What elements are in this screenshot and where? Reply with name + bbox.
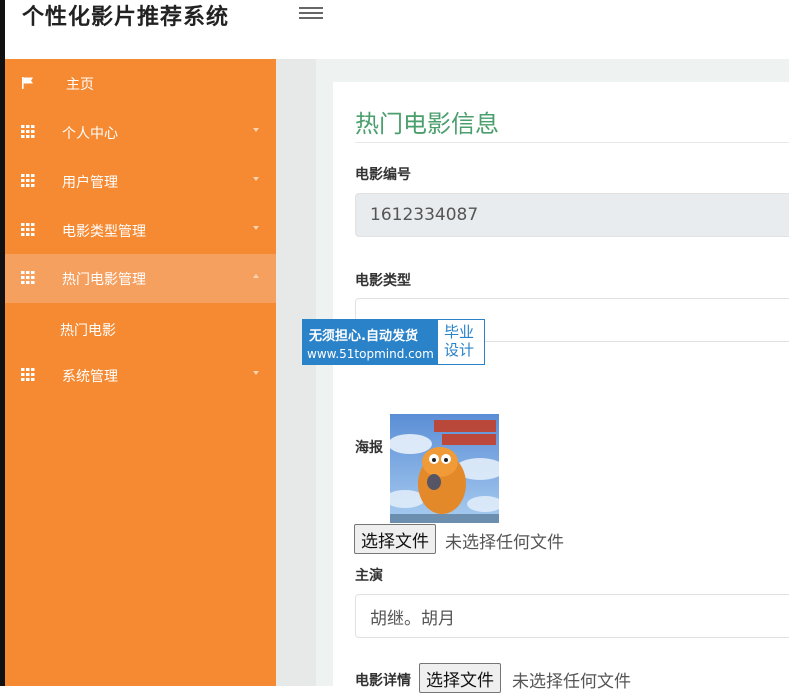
grid-icon xyxy=(21,271,35,284)
actor-label: 主演 xyxy=(355,568,383,584)
poster-file-status: 未选择任何文件 xyxy=(445,533,564,553)
watermark-line2: www.51topmind.com xyxy=(307,347,434,361)
poster-label: 海报 xyxy=(355,440,383,456)
caret-down-icon xyxy=(253,371,259,375)
movie-id-input[interactable]: 1612334087 xyxy=(355,193,789,237)
caret-down-icon xyxy=(253,177,259,181)
poster-choose-file-button[interactable]: 选择文件 xyxy=(354,524,436,554)
sidebar-item-personal-center[interactable]: 个人中心 xyxy=(5,108,276,157)
sidebar-item-system-management[interactable]: 系统管理 xyxy=(5,351,276,400)
app-brand: 个性化影片推荐系统 xyxy=(22,5,230,30)
watermark-left-panel: 无须担心.自动发货 www.51topmind.com xyxy=(303,320,438,364)
actor-input[interactable]: 胡继。胡月 xyxy=(355,594,789,638)
poster-artwork xyxy=(390,414,499,523)
poster-image xyxy=(390,414,499,523)
form-card: 热门电影信息 电影编号 1612334087 电影类型 科幻 海报 xyxy=(333,82,789,693)
title-divider xyxy=(355,142,789,143)
caret-down-icon xyxy=(253,226,259,230)
sidebar-item-home[interactable]: 主页 xyxy=(5,59,276,108)
sidebar-item-label: 用户管理 xyxy=(62,175,118,191)
watermark-badge: 无须担心.自动发货 www.51topmind.com 毕业 设计 xyxy=(302,319,485,365)
menu-toggle-icon[interactable] xyxy=(299,4,323,24)
caret-down-icon xyxy=(253,128,259,132)
main-content: 热门电影信息 电影编号 1612334087 电影类型 科幻 海报 xyxy=(316,59,789,693)
movie-id-label: 电影编号 xyxy=(355,167,411,183)
sidebar: 主页 个人中心 用户管理 电影类型管理 热门电影管理 热门电影 系统管理 xyxy=(5,59,276,686)
sidebar-item-label: 电影类型管理 xyxy=(62,224,146,240)
sidebar-item-user-management[interactable]: 用户管理 xyxy=(5,157,276,206)
sidebar-subitem-label: 热门电影 xyxy=(60,323,116,339)
grid-icon xyxy=(21,174,35,187)
detail-choose-file-button[interactable]: 选择文件 xyxy=(419,663,501,693)
sidebar-subitem-hot-movie[interactable]: 热门电影 xyxy=(5,308,276,348)
sidebar-item-label: 主页 xyxy=(66,77,94,93)
flag-icon xyxy=(22,77,33,89)
sidebar-item-movie-type-management[interactable]: 电影类型管理 xyxy=(5,206,276,255)
sidebar-item-label: 系统管理 xyxy=(62,369,118,385)
detail-file-status: 未选择任何文件 xyxy=(512,672,631,692)
watermark-line1: 无须担心.自动发货 xyxy=(309,329,418,344)
page-title: 热门电影信息 xyxy=(355,110,499,138)
watermark-right-line1: 毕业 xyxy=(444,323,475,341)
top-header: 个性化影片推荐系统 xyxy=(5,0,789,59)
caret-up-icon xyxy=(253,274,259,278)
grid-icon xyxy=(21,125,35,138)
detail-label: 电影详情 xyxy=(355,673,411,689)
content-gutter xyxy=(276,59,316,686)
watermark-right-line2: 设计 xyxy=(444,341,475,359)
sidebar-item-label: 热门电影管理 xyxy=(62,272,146,288)
grid-icon xyxy=(21,223,35,236)
watermark-right-text: 毕业 设计 xyxy=(444,323,474,359)
sidebar-item-label: 个人中心 xyxy=(62,126,118,142)
movie-type-label: 电影类型 xyxy=(355,273,411,289)
grid-icon xyxy=(21,368,35,381)
sidebar-item-hot-movie-management[interactable]: 热门电影管理 xyxy=(5,254,276,303)
